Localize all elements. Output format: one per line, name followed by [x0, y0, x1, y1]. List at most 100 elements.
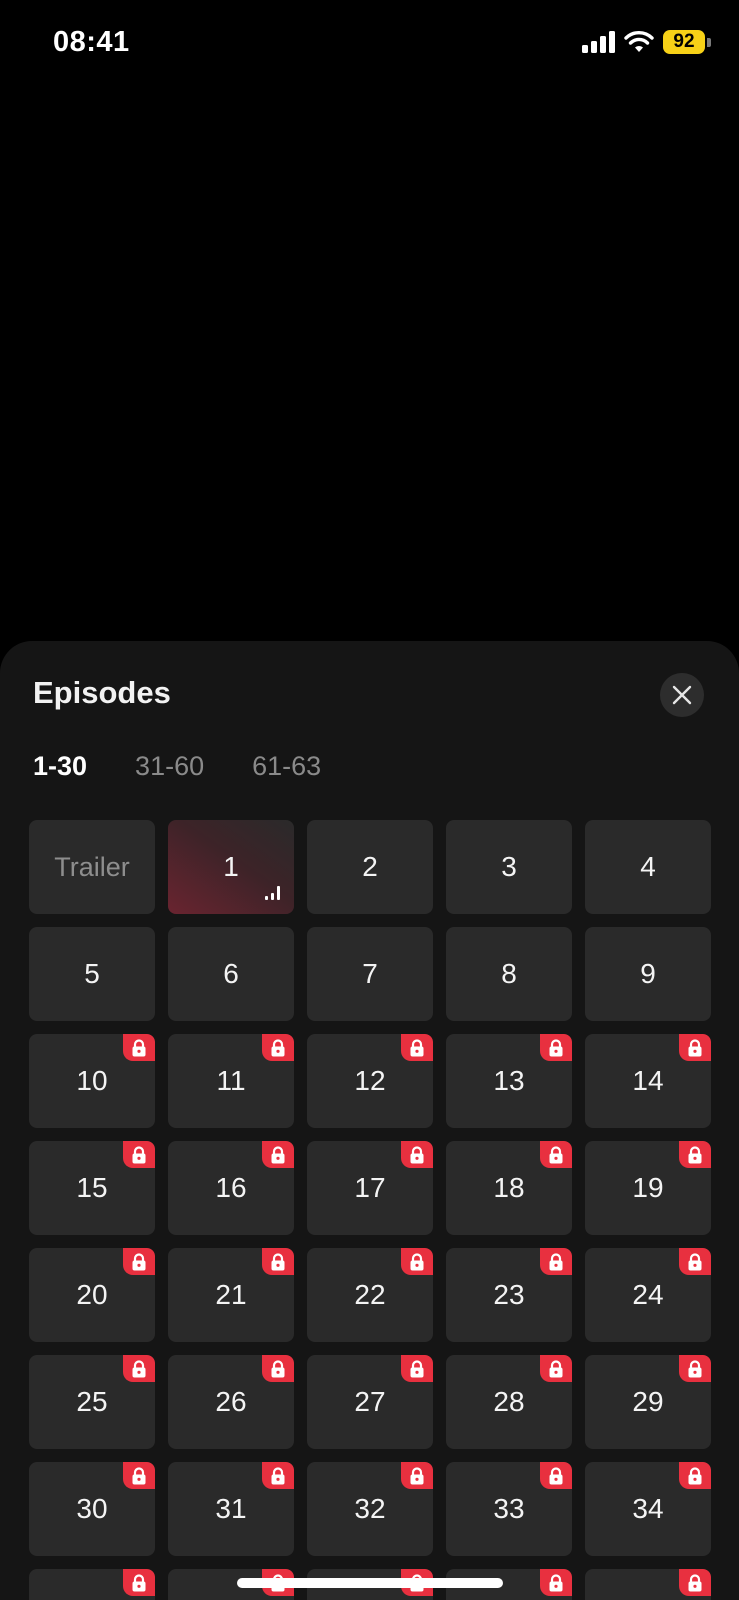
episode-tile[interactable]: 25: [29, 1355, 155, 1449]
episode-tile[interactable]: 6: [168, 927, 294, 1021]
episode-tile[interactable]: 10: [29, 1034, 155, 1128]
lock-badge: [262, 1034, 294, 1061]
episode-tile[interactable]: 26: [168, 1355, 294, 1449]
episode-tile[interactable]: 3: [446, 820, 572, 914]
lock-icon: [688, 1252, 702, 1270]
episode-tile[interactable]: 17: [307, 1141, 433, 1235]
episode-tile[interactable]: 32: [307, 1462, 433, 1556]
episode-tile[interactable]: 2: [307, 820, 433, 914]
episode-label: 11: [216, 1065, 246, 1096]
episode-tile[interactable]: 22: [307, 1248, 433, 1342]
lock-icon: [271, 1466, 285, 1484]
lock-badge: [262, 1141, 294, 1168]
episode-label: 12: [354, 1065, 386, 1096]
lock-badge: [401, 1462, 433, 1489]
episode-tile[interactable]: 11: [168, 1034, 294, 1128]
episode-tile[interactable]: 21: [168, 1248, 294, 1342]
episode-tile[interactable]: 4: [585, 820, 711, 914]
episode-tile[interactable]: 29: [585, 1355, 711, 1449]
lock-icon: [271, 1145, 285, 1163]
episode-label: 26: [215, 1386, 247, 1417]
now-playing-icon: [265, 886, 280, 900]
episode-tile[interactable]: 16: [168, 1141, 294, 1235]
lock-icon: [271, 1252, 285, 1270]
episode-tile[interactable]: 28: [446, 1355, 572, 1449]
episode-label: 4: [640, 851, 656, 882]
lock-badge: [123, 1141, 155, 1168]
lock-icon: [549, 1038, 563, 1056]
lock-badge: [679, 1355, 711, 1382]
video-player-area[interactable]: [0, 90, 739, 640]
episode-tile[interactable]: 8: [446, 927, 572, 1021]
episode-tile[interactable]: 24: [585, 1248, 711, 1342]
episode-range-tabs: 1-30 31-60 61-63: [33, 751, 321, 782]
episode-tile[interactable]: [585, 1569, 711, 1600]
episode-label: 5: [84, 958, 100, 989]
episode-tile[interactable]: 23: [446, 1248, 572, 1342]
episode-tile[interactable]: 18: [446, 1141, 572, 1235]
trailer-tile[interactable]: Trailer: [29, 820, 155, 914]
lock-badge: [262, 1355, 294, 1382]
lock-icon: [688, 1038, 702, 1056]
lock-badge: [401, 1355, 433, 1382]
episode-label: 6: [223, 958, 239, 989]
lock-icon: [549, 1359, 563, 1377]
lock-icon: [688, 1145, 702, 1163]
lock-badge: [540, 1034, 572, 1061]
lock-icon: [132, 1359, 146, 1377]
episode-label: 3: [501, 851, 517, 882]
episode-tile[interactable]: [29, 1569, 155, 1600]
lock-icon: [271, 1038, 285, 1056]
episode-label: 8: [501, 958, 517, 989]
lock-icon: [549, 1573, 563, 1591]
lock-icon: [410, 1359, 424, 1377]
battery-level: 92: [663, 30, 705, 54]
tab-range-31-60[interactable]: 31-60: [135, 751, 204, 782]
episode-tile[interactable]: 20: [29, 1248, 155, 1342]
episode-tile[interactable]: 30: [29, 1462, 155, 1556]
battery-tip: [707, 37, 711, 47]
lock-icon: [410, 1145, 424, 1163]
close-button[interactable]: [660, 673, 704, 717]
episode-label: 9: [640, 958, 656, 989]
wifi-icon: [624, 31, 654, 52]
tab-range-1-30[interactable]: 1-30: [33, 751, 87, 782]
episode-tile[interactable]: 5: [29, 927, 155, 1021]
lock-icon: [132, 1252, 146, 1270]
lock-icon: [688, 1466, 702, 1484]
episode-tile[interactable]: 33: [446, 1462, 572, 1556]
status-time: 08:41: [53, 26, 130, 58]
lock-badge: [123, 1569, 155, 1596]
episode-tile[interactable]: 13: [446, 1034, 572, 1128]
episode-label: 20: [76, 1279, 108, 1310]
episode-tile[interactable]: 12: [307, 1034, 433, 1128]
episode-tile[interactable]: 1: [168, 820, 294, 914]
episode-tile[interactable]: 19: [585, 1141, 711, 1235]
lock-badge: [540, 1248, 572, 1275]
lock-icon: [688, 1573, 702, 1591]
lock-badge: [679, 1248, 711, 1275]
home-indicator[interactable]: [237, 1578, 503, 1588]
lock-badge: [123, 1355, 155, 1382]
episode-tile[interactable]: 15: [29, 1141, 155, 1235]
episode-grid: Trailer 1 2 3 4 5 6 7 8 9 10 11 12 13 14 15 16 17 18 19 20 21…: [29, 820, 711, 1600]
status-indicators: 92: [582, 30, 711, 54]
episode-tile[interactable]: 9: [585, 927, 711, 1021]
episode-tile[interactable]: 7: [307, 927, 433, 1021]
lock-badge: [123, 1248, 155, 1275]
episode-label: 24: [632, 1279, 664, 1310]
lock-badge: [679, 1141, 711, 1168]
battery-indicator: 92: [663, 30, 711, 54]
episode-tile[interactable]: 34: [585, 1462, 711, 1556]
episode-label: 33: [493, 1493, 525, 1524]
tab-range-61-63[interactable]: 61-63: [252, 751, 321, 782]
episode-label: 31: [215, 1493, 247, 1524]
episode-label: 2: [362, 851, 378, 882]
lock-badge: [679, 1034, 711, 1061]
episode-tile[interactable]: 27: [307, 1355, 433, 1449]
lock-badge: [262, 1462, 294, 1489]
episode-tile[interactable]: 14: [585, 1034, 711, 1128]
lock-icon: [132, 1038, 146, 1056]
lock-badge: [679, 1569, 711, 1596]
episode-tile[interactable]: 31: [168, 1462, 294, 1556]
